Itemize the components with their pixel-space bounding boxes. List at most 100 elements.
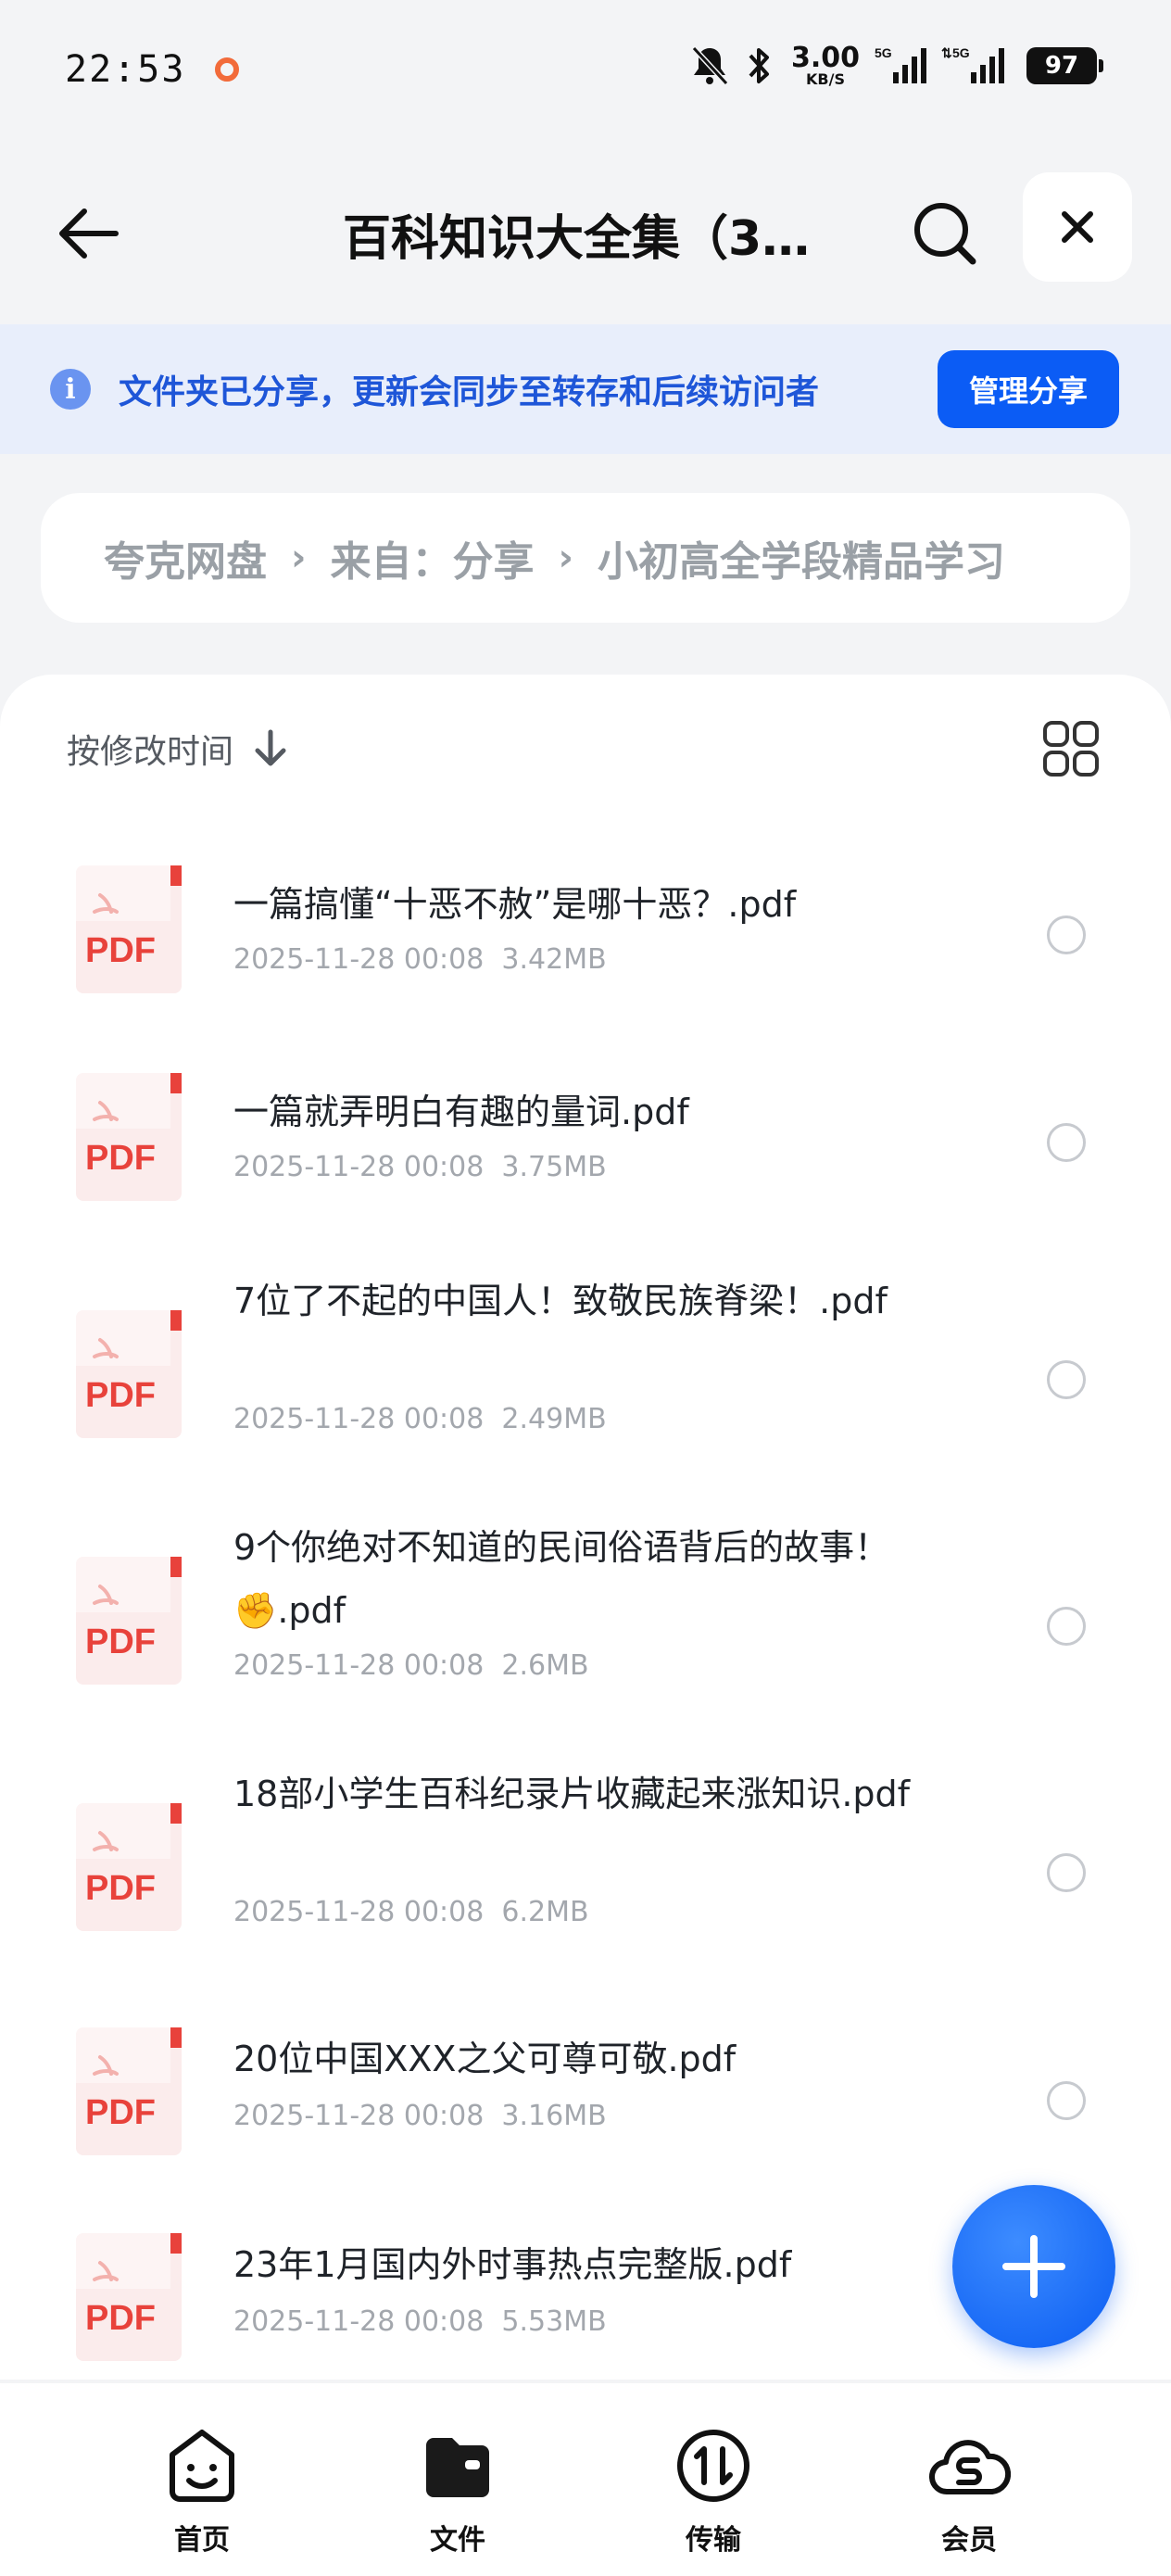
chevron-right-icon: › xyxy=(291,537,307,579)
manage-share-button[interactable]: 管理分享 xyxy=(938,350,1119,428)
transfer-icon xyxy=(672,2424,755,2507)
file-meta: 2025-11-28 00:08 3.75MB xyxy=(233,1151,607,1183)
file-date: 2025-11-28 00:08 xyxy=(233,1896,485,1928)
file-size: 2.49MB xyxy=(501,1403,607,1435)
nav-bar: 百科知识大全集（3… xyxy=(0,167,1171,287)
close-button[interactable] xyxy=(1023,172,1132,282)
sort-label: 按修改时间 xyxy=(67,733,234,771)
grid-view-button[interactable] xyxy=(1041,719,1101,778)
search-button[interactable] xyxy=(906,195,984,272)
plus-icon xyxy=(1002,2235,1065,2298)
select-checkbox[interactable] xyxy=(1047,915,1086,954)
select-checkbox[interactable] xyxy=(1047,2081,1086,2120)
file-date: 2025-11-28 00:08 xyxy=(233,1151,485,1183)
signal-1-label: 5G xyxy=(875,45,892,60)
file-row[interactable]: PDF 一篇就弄明白有趣的量词.pdf 2025-11-28 00:08 3.7… xyxy=(0,1049,1171,1234)
file-meta: 2025-11-28 00:08 2.49MB xyxy=(233,1403,607,1435)
pdf-file-icon: PDF xyxy=(76,1310,182,1438)
tab-vip[interactable]: 会员 xyxy=(876,2383,1062,2576)
grid-view-icon xyxy=(1043,721,1099,777)
file-date: 2025-11-28 00:08 xyxy=(233,2100,485,2132)
file-size: 2.6MB xyxy=(501,1649,589,1682)
file-row[interactable]: PDF 7位了不起的中国人！致敬民族脊梁！.pdf 2025-11-28 00:… xyxy=(0,1249,1171,1481)
file-date: 2025-11-28 00:08 xyxy=(233,1403,485,1435)
tab-label-files: 文件 xyxy=(430,2524,485,2557)
file-meta: 2025-11-28 00:08 3.16MB xyxy=(233,2100,607,2132)
search-icon xyxy=(914,203,976,265)
file-name: 一篇就弄明白有趣的量词.pdf xyxy=(233,1092,689,1132)
file-date: 2025-11-28 00:08 xyxy=(233,1649,485,1682)
file-size: 3.16MB xyxy=(501,2100,607,2132)
signal-1-icon: 5G xyxy=(875,44,926,87)
file-meta: 2025-11-28 00:08 3.42MB xyxy=(233,943,607,976)
tab-home[interactable]: 首页 xyxy=(109,2383,295,2576)
arrow-down-icon xyxy=(255,729,286,766)
share-message: 文件夹已分享，更新会同步至转存和后续访问者 xyxy=(119,373,820,411)
breadcrumb-item-root[interactable]: 夸克网盘 xyxy=(104,528,267,587)
file-list-panel: 按修改时间 PDF 一篇搞懂“十恶不赦”是哪十恶？.pdf 2025-11-28… xyxy=(0,675,1171,2380)
file-row[interactable]: PDF 一篇搞懂“十恶不赦”是哪十恶？.pdf 2025-11-28 00:08… xyxy=(0,841,1171,1027)
add-fab-button[interactable] xyxy=(952,2185,1115,2348)
tab-label-vip: 会员 xyxy=(941,2524,997,2557)
file-name: 9个你绝对不知道的民间俗语背后的故事！✊.pdf xyxy=(233,1527,890,1631)
net-speed-unit: KB/S xyxy=(806,70,845,88)
file-row[interactable]: PDF 9个你绝对不知道的民间俗语背后的故事！✊.pdf 2025-11-28 … xyxy=(0,1496,1171,1727)
tab-transfer[interactable]: 传输 xyxy=(621,2383,806,2576)
bottom-tab-bar: 首页 文件 传输 会员 xyxy=(0,2383,1171,2576)
smile-box-icon xyxy=(160,2424,244,2507)
breadcrumb-item-share[interactable]: 来自：分享 xyxy=(330,528,534,587)
breadcrumb-item-current[interactable]: 小初高全学段精品学习 xyxy=(598,528,1005,587)
signal-2-icon: ⇅ 5G xyxy=(941,44,1006,87)
page-title: 百科知识大全集（3… xyxy=(343,210,811,267)
pdf-file-icon: PDF xyxy=(76,865,182,993)
bluetooth-icon xyxy=(745,44,773,87)
file-name: 7位了不起的中国人！致敬民族脊梁！.pdf xyxy=(233,1281,888,1321)
pdf-label: PDF xyxy=(85,1376,156,1415)
pdf-label: PDF xyxy=(85,1139,156,1178)
back-button[interactable] xyxy=(48,195,126,272)
file-date: 2025-11-28 00:08 xyxy=(233,2305,485,2338)
file-row[interactable]: PDF 20位中国XXX之父可尊可敬.pdf 2025-11-28 00:08 … xyxy=(0,2007,1171,2192)
pdf-label: PDF xyxy=(85,1869,156,1908)
status-bar: 22:53 3.00 KB/S 5G ⇅ 5G 97 xyxy=(0,0,1171,139)
status-time: 22:53 xyxy=(65,48,186,91)
select-checkbox[interactable] xyxy=(1047,1360,1086,1399)
pdf-file-icon: PDF xyxy=(76,1073,182,1201)
sort-control[interactable]: 按修改时间 xyxy=(67,721,289,777)
chevron-right-icon: › xyxy=(558,537,573,579)
select-checkbox[interactable] xyxy=(1047,1853,1086,1892)
file-row[interactable]: PDF 18部小学生百科纪录片收藏起来涨知识.pdf 2025-11-28 00… xyxy=(0,1742,1171,1974)
file-meta: 2025-11-28 00:08 5.53MB xyxy=(233,2305,607,2338)
signal-2-label: 5G xyxy=(952,45,970,60)
file-name: 23年1月国内外时事热点完整版.pdf xyxy=(233,2244,792,2285)
cloud-s-icon xyxy=(927,2424,1011,2507)
pdf-file-icon: PDF xyxy=(76,1557,182,1685)
share-banner: i 文件夹已分享，更新会同步至转存和后续访问者 管理分享 xyxy=(0,324,1171,454)
arrow-left-icon xyxy=(59,208,119,259)
mute-bell-icon xyxy=(689,44,730,87)
file-date: 2025-11-28 00:08 xyxy=(233,943,485,976)
pdf-label: PDF xyxy=(85,931,156,970)
recording-dot-icon xyxy=(215,57,240,82)
net-speed: 3.00 KB/S xyxy=(791,44,860,87)
file-size: 3.75MB xyxy=(501,1151,607,1183)
file-size: 6.2MB xyxy=(501,1896,589,1928)
battery-indicator: 97 xyxy=(1026,47,1103,84)
file-size: 3.42MB xyxy=(501,943,607,976)
file-meta: 2025-11-28 00:08 6.2MB xyxy=(233,1896,589,1928)
select-checkbox[interactable] xyxy=(1047,1123,1086,1162)
file-name: 20位中国XXX之父可尊可敬.pdf xyxy=(233,2039,737,2079)
file-size: 5.53MB xyxy=(501,2305,607,2338)
close-icon xyxy=(1062,211,1093,243)
status-icons: 3.00 KB/S 5G ⇅ 5G 97 xyxy=(689,44,1103,87)
file-meta: 2025-11-28 00:08 2.6MB xyxy=(233,1649,589,1682)
pdf-label: PDF xyxy=(85,2299,156,2338)
tab-files[interactable]: 文件 xyxy=(365,2383,550,2576)
file-name: 一篇搞懂“十恶不赦”是哪十恶？.pdf xyxy=(233,884,797,925)
select-checkbox[interactable] xyxy=(1047,1607,1086,1646)
net-speed-value: 3.00 xyxy=(790,42,860,74)
folder-icon xyxy=(416,2424,499,2507)
breadcrumb: 夸克网盘 › 来自：分享 › 小初高全学段精品学习 xyxy=(41,493,1130,623)
pdf-file-icon: PDF xyxy=(76,2027,182,2155)
file-name: 18部小学生百科纪录片收藏起来涨知识.pdf xyxy=(233,1774,911,1814)
